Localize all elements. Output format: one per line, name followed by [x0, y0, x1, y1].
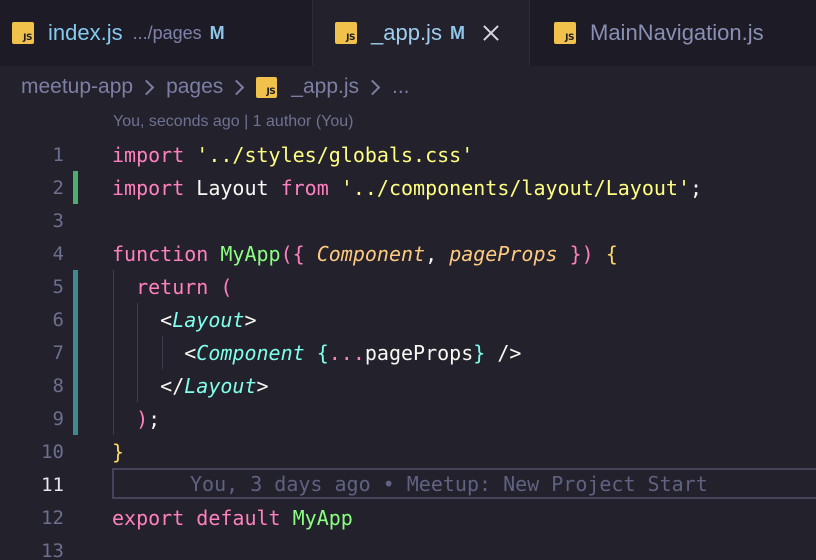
code-text: export default MyApp — [112, 505, 353, 530]
tab-index-js[interactable]: JS index.js .../pages M — [0, 0, 312, 66]
code-line: 2 import Layout from '../components/layo… — [0, 171, 816, 204]
code-line: 5 return ( — [0, 270, 816, 303]
git-modified-marker[interactable] — [73, 303, 78, 336]
code-text: return ( — [136, 274, 233, 299]
breadcrumb: meetup-app pages JS _app.js ... — [0, 66, 816, 108]
code-line-active: 11 You, 3 days ago • Meetup: New Project… — [0, 468, 816, 501]
tab-bar: JS index.js .../pages M JS _app.js M JS … — [0, 0, 816, 66]
git-blame-codelens[interactable]: You, seconds ago | 1 author (You) — [113, 113, 353, 131]
git-added-marker[interactable] — [73, 171, 78, 204]
line-number: 9 — [52, 407, 64, 430]
line-number: 8 — [52, 374, 64, 397]
code-line: 3 — [0, 204, 816, 237]
code-editor[interactable]: 1 import '../styles/globals.css' 2 impor… — [0, 138, 816, 560]
javascript-file-icon: JS — [256, 76, 278, 98]
code-text: ); — [136, 406, 161, 431]
git-modified-marker[interactable] — [73, 402, 78, 435]
line-number: 4 — [52, 242, 64, 265]
code-line: 10 } — [0, 435, 816, 468]
javascript-file-icon: JS — [12, 22, 34, 44]
line-number: 11 — [41, 473, 64, 496]
modified-indicator: M — [449, 22, 465, 43]
code-line: 9 ); — [0, 402, 816, 435]
code-text: </Layout> — [160, 373, 269, 398]
line-number: 7 — [52, 341, 64, 364]
line-number: 1 — [52, 143, 64, 166]
tab-label: index.js — [48, 20, 123, 45]
breadcrumb-item-symbols[interactable]: ... — [392, 75, 410, 99]
code-text: function MyApp({ Component, pageProps })… — [112, 241, 618, 266]
chevron-right-icon — [364, 79, 381, 95]
code-text: <Layout> — [160, 307, 257, 332]
tab-label: _app.js — [371, 20, 442, 45]
line-number: 10 — [41, 440, 64, 463]
line-number: 6 — [52, 308, 64, 331]
git-blame-inline[interactable]: You, 3 days ago • Meetup: New Project St… — [112, 468, 816, 499]
breadcrumb-item-pages[interactable]: pages — [166, 75, 223, 99]
javascript-file-icon: JS — [335, 22, 357, 44]
git-modified-marker[interactable] — [73, 369, 78, 402]
code-text: } — [112, 439, 125, 464]
chevron-right-icon — [229, 79, 245, 95]
code-line: 6 <Layout> — [0, 303, 816, 336]
breadcrumb-item-app-js[interactable]: _app.js — [291, 75, 359, 99]
tab-label: MainNavigation.js — [590, 20, 764, 45]
code-text: <Component {...pageProps} /> — [184, 340, 522, 365]
line-number: 3 — [52, 209, 64, 232]
javascript-file-icon: JS — [554, 22, 576, 44]
tab-description: .../pages — [132, 22, 202, 43]
close-icon[interactable] — [481, 23, 501, 43]
editor-window: JS index.js .../pages M JS _app.js M JS … — [0, 0, 816, 560]
code-line: 12 export default MyApp — [0, 501, 816, 534]
git-modified-marker[interactable] — [73, 270, 78, 303]
code-line: 7 <Component {...pageProps} /> — [0, 336, 816, 369]
code-line: 1 import '../styles/globals.css' — [0, 138, 816, 171]
git-modified-marker[interactable] — [73, 336, 78, 369]
line-number: 2 — [52, 176, 64, 199]
line-number: 5 — [52, 275, 64, 298]
line-number: 13 — [41, 539, 64, 560]
code-text: import Layout from '../components/layout… — [112, 175, 703, 200]
code-text: import '../styles/globals.css' — [112, 142, 474, 167]
tab-app-js[interactable]: JS _app.js M — [312, 0, 530, 66]
modified-indicator: M — [209, 22, 225, 43]
breadcrumb-item-meetup-app[interactable]: meetup-app — [21, 75, 133, 99]
code-line: 4 function MyApp({ Component, pageProps … — [0, 237, 816, 270]
tab-mainnavigation-js[interactable]: JS MainNavigation.js — [530, 0, 816, 66]
line-number: 12 — [41, 506, 64, 529]
code-line: 8 </Layout> — [0, 369, 816, 402]
chevron-right-icon — [138, 79, 155, 95]
code-line: 13 — [0, 534, 816, 560]
